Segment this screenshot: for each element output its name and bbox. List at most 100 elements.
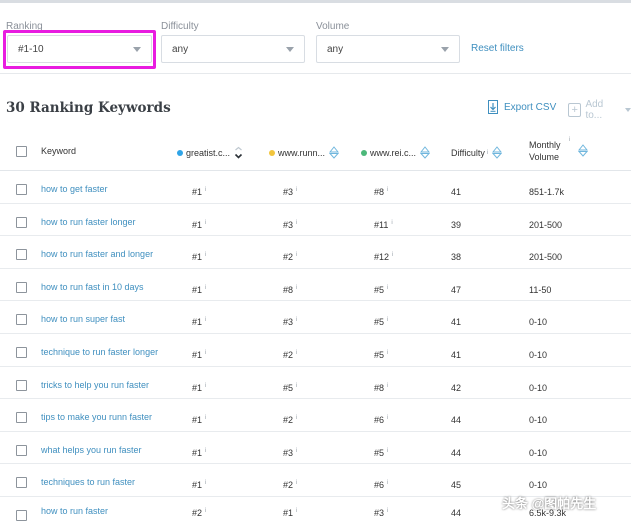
volume-header-line1: Monthly: [529, 140, 561, 150]
site2-rank-value: #2: [283, 252, 294, 263]
info-icon: i: [296, 508, 298, 514]
keyword-link[interactable]: how to get faster: [41, 184, 108, 194]
info-icon: i: [205, 382, 207, 389]
row-checkbox[interactable]: [16, 444, 27, 456]
info-icon: i: [205, 284, 207, 291]
add-to-button[interactable]: + Add to...: [568, 99, 631, 121]
site1-rank: #1 i: [192, 415, 206, 425]
row-checkbox[interactable]: [16, 281, 27, 293]
keyword-link[interactable]: how to run faster longer: [41, 217, 136, 227]
info-icon: i: [387, 447, 389, 454]
keyword-link[interactable]: techniques to run faster: [41, 477, 135, 487]
column-monthly-volume[interactable]: Monthly Volume: [529, 139, 561, 163]
info-icon: i: [387, 480, 389, 487]
row-checkbox[interactable]: [16, 412, 27, 424]
row-checkbox[interactable]: [16, 216, 27, 228]
plus-icon: +: [568, 103, 582, 117]
table-row: how to run faster and longer #1 i #2 i #12 i 38…: [0, 236, 631, 269]
info-icon: i: [205, 350, 207, 356]
info-icon: i: [296, 187, 298, 193]
keyword-link[interactable]: tips to make you runn faster: [41, 412, 152, 422]
keyword-link[interactable]: how to run faster and longer: [41, 249, 153, 259]
info-icon: i: [296, 317, 298, 324]
table-row: how to get faster #1 i #3 i #8 i 41 851-1.7k: [0, 171, 631, 204]
difficulty-value: 45: [451, 480, 462, 491]
keyword-link[interactable]: how to run faster: [41, 506, 108, 516]
volume-filter-value: any: [327, 43, 344, 55]
monthly-volume-value: 851-1.7k: [529, 187, 565, 197]
site2-rank: #3 i: [283, 448, 297, 458]
site2-dot-icon: [269, 149, 275, 156]
site3-label: www.rei.c...: [370, 147, 417, 158]
keyword-link[interactable]: what helps you run faster: [41, 445, 142, 455]
site1-rank: #1 i: [192, 252, 206, 262]
top-border: [0, 0, 631, 3]
site1-rank-value: #1: [192, 350, 203, 360]
site3-rank-value: #8: [374, 382, 385, 393]
column-keyword[interactable]: Keyword: [41, 146, 76, 156]
site3-rank: #3 i: [374, 508, 388, 518]
info-icon: i: [391, 219, 393, 226]
reset-filters-link[interactable]: Reset filters: [471, 43, 524, 54]
difficulty-value: 41: [451, 317, 462, 328]
difficulty-value: 42: [451, 382, 462, 393]
sort-icon[interactable]: [578, 144, 588, 157]
site3-rank: #11 i: [374, 220, 393, 230]
site3-rank-value: #5: [374, 350, 385, 360]
site1-rank-value: #1: [192, 187, 203, 197]
site2-rank: #1 i: [283, 508, 297, 518]
row-checkbox[interactable]: [16, 477, 27, 489]
monthly-volume-value: 201-500: [529, 252, 563, 263]
difficulty-value: 44: [451, 447, 462, 458]
row-checkbox[interactable]: [16, 347, 27, 358]
difficulty-value: 44: [451, 508, 462, 518]
export-csv-label: Export CSV: [504, 101, 557, 113]
site1-rank: #2 i: [192, 508, 206, 518]
info-icon: i: [296, 447, 298, 454]
info-icon: i: [205, 219, 207, 226]
column-site1[interactable]: greatist.c...: [177, 146, 243, 159]
site2-rank: #3 i: [283, 317, 297, 327]
keyword-link[interactable]: technique to run faster longer: [41, 347, 158, 357]
site2-rank-value: #3: [283, 187, 294, 197]
row-checkbox[interactable]: [16, 379, 27, 391]
difficulty-filter-select[interactable]: any: [161, 35, 305, 63]
info-icon: i: [296, 219, 298, 226]
monthly-volume-value: 0-10: [529, 447, 548, 458]
column-difficulty[interactable]: Difficulty i: [451, 146, 503, 159]
site2-rank: #3 i: [283, 187, 297, 197]
site3-rank-value: #6: [374, 415, 385, 426]
volume-filter-label: Volume: [316, 21, 350, 32]
row-checkbox[interactable]: [16, 249, 27, 261]
monthly-volume-value: 0-10: [529, 415, 548, 426]
sort-icon: [329, 146, 340, 159]
site1-rank: #1 i: [192, 480, 206, 490]
info-icon: i: [205, 415, 207, 422]
table-header: Keyword greatist.c... www.runn... www.re…: [0, 137, 631, 168]
keyword-link[interactable]: how to run fast in 10 days: [41, 282, 144, 292]
monthly-volume-value: 0-10: [529, 382, 548, 393]
column-site2[interactable]: www.runn...: [269, 146, 340, 159]
keyword-link[interactable]: tricks to help you run faster: [41, 380, 149, 390]
site1-rank-value: #1: [192, 219, 203, 230]
watermark: 头条 @图帕先生: [502, 496, 597, 511]
ranking-filter-highlight: [3, 30, 156, 69]
site3-rank-value: #5: [374, 447, 385, 458]
site3-rank: #6 i: [374, 415, 388, 425]
sort-active-icon: [234, 146, 243, 159]
info-icon: i: [387, 187, 389, 193]
column-site3[interactable]: www.rei.c...: [361, 146, 431, 159]
select-all-checkbox[interactable]: [16, 146, 27, 157]
volume-filter-select[interactable]: any: [316, 35, 460, 63]
site2-rank-value: #5: [283, 382, 294, 393]
monthly-volume-value: 0-10: [529, 350, 548, 360]
row-checkbox[interactable]: [16, 184, 27, 195]
monthly-volume-value: 0-10: [529, 480, 548, 491]
site2-rank: #2 i: [283, 252, 297, 262]
site3-rank: #8 i: [374, 383, 388, 393]
row-checkbox[interactable]: [16, 510, 27, 521]
keyword-link[interactable]: how to run super fast: [41, 314, 125, 324]
export-csv-button[interactable]: Export CSV: [488, 100, 556, 114]
row-checkbox[interactable]: [16, 314, 27, 326]
site1-rank: #1 i: [192, 383, 206, 393]
